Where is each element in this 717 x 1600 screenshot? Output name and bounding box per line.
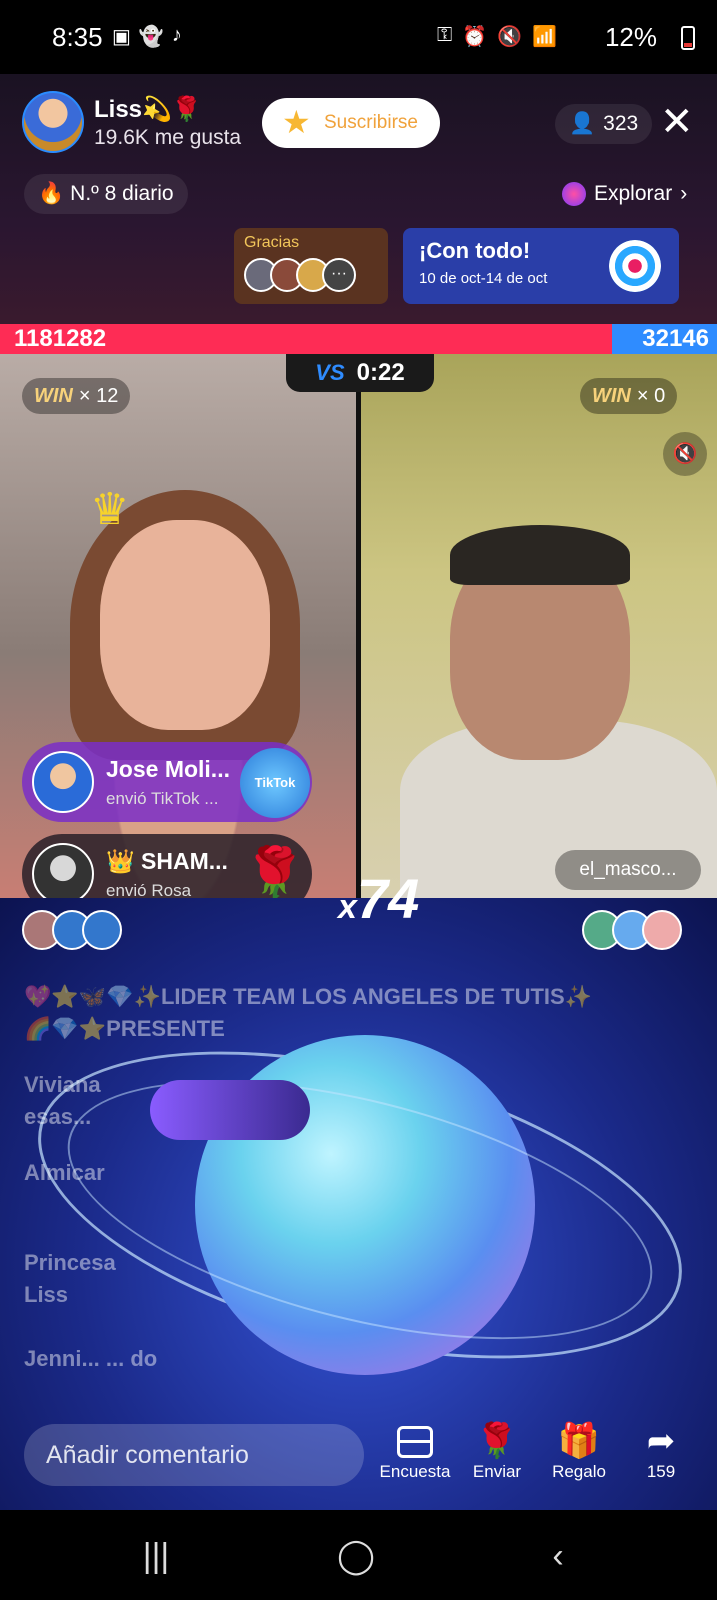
- avatar: [32, 751, 94, 813]
- gracias-avatars: ···: [244, 258, 378, 292]
- combo-count: 74: [356, 867, 420, 930]
- home-icon[interactable]: ◯: [326, 1530, 386, 1582]
- rose-icon: 🌹: [475, 1422, 519, 1460]
- avatar: [82, 910, 122, 950]
- gracias-title: Gracias: [244, 234, 300, 251]
- notification-icons: ▣ 👻 ♪: [112, 24, 182, 49]
- tiktok-icon: ♪: [171, 24, 182, 46]
- gracias-card[interactable]: Gracias ···: [234, 228, 388, 304]
- crown-icon: ♛: [90, 485, 130, 534]
- poll-icon: [397, 1426, 433, 1458]
- score-right: 32146: [642, 325, 709, 352]
- event-card[interactable]: ¡Con todo! 10 de oct-14 de oct: [403, 228, 679, 304]
- person-icon: 👤: [569, 112, 596, 135]
- target-icon: [609, 240, 661, 292]
- subscribe-button[interactable]: ★ Suscribirse: [262, 98, 440, 148]
- poll-button[interactable]: Encuesta: [370, 1420, 460, 1482]
- vs-icon: VS: [315, 360, 345, 385]
- chat-message: 🌈💎⭐PRESENTE: [24, 1016, 225, 1041]
- win-streak-left: WIN × 12: [22, 378, 131, 414]
- host-likes: 19.6K me gusta: [94, 125, 242, 149]
- host-avatar[interactable]: [22, 91, 84, 153]
- win-count: × 12: [78, 384, 119, 407]
- top-gifters-left[interactable]: [22, 910, 122, 950]
- chat-message: Jenni... ... do: [24, 1346, 158, 1371]
- combo-prefix: x: [338, 888, 357, 926]
- close-icon[interactable]: ✕: [660, 102, 694, 142]
- explore-icon: [562, 182, 586, 206]
- host-profile[interactable]: Liss💫🌹 19.6K me gusta: [22, 90, 241, 154]
- win-label: WIN: [592, 384, 631, 407]
- explore-label: Explorar: [594, 182, 673, 205]
- share-icon: ➦: [646, 1422, 676, 1460]
- chat-message: Liss: [24, 1282, 69, 1307]
- gallery-icon: ▣: [112, 26, 131, 48]
- mute-opponent-icon[interactable]: 🔇: [663, 432, 707, 476]
- battle-timer: VS 0:22: [286, 354, 434, 392]
- daily-rank[interactable]: 🔥 N.º 8 diario: [24, 174, 188, 214]
- alarm-icon: ⏰: [462, 26, 488, 48]
- back-icon[interactable]: ‹: [528, 1530, 588, 1582]
- gift-button[interactable]: 🎁 Regalo: [534, 1420, 624, 1482]
- battery-percent: 12%: [604, 22, 657, 52]
- rank-label: N.º 8 diario: [70, 182, 174, 205]
- chat-message: Viviana: [24, 1072, 101, 1097]
- chevron-right-icon: ›: [680, 182, 688, 205]
- tiktok-live-gift-icon: TikTok LIVE: [240, 748, 310, 860]
- recents-icon[interactable]: |||: [126, 1530, 186, 1582]
- battery-icon: [681, 26, 695, 50]
- share-count: 159: [646, 1462, 676, 1481]
- opponent-name[interactable]: el_masco...: [555, 850, 701, 890]
- mute-icon: 🔇: [497, 26, 523, 48]
- gift-label: Regalo: [552, 1462, 606, 1481]
- clock: 8:35: [52, 22, 103, 52]
- viewer-count[interactable]: 👤 323: [555, 104, 653, 144]
- gift-sender: Jose Moli...: [106, 755, 230, 782]
- snapchat-icon: 👻: [138, 26, 164, 48]
- flame-icon: 🔥: [38, 182, 65, 205]
- send-rose-button[interactable]: 🌹 Enviar: [452, 1420, 542, 1482]
- chat-message: 💖⭐🦋💎✨LIDER TEAM LOS ANGELES DE TUTIS✨: [24, 984, 593, 1009]
- send-label: Enviar: [472, 1462, 522, 1481]
- viewer-count-value: 323: [603, 112, 639, 135]
- poll-label: Encuesta: [379, 1462, 451, 1481]
- gift-sender: 👑 SHAM...: [106, 847, 228, 874]
- top-gifters-right[interactable]: [582, 910, 682, 950]
- win-count: × 0: [636, 384, 666, 407]
- battery-saver-icon: ⚿: [437, 24, 453, 46]
- gift-combo-counter: x74: [338, 866, 419, 931]
- host-name: Liss💫🌹: [94, 95, 202, 123]
- chat-message: esas...: [24, 1104, 92, 1129]
- explore-button[interactable]: Explorar ›: [552, 174, 697, 214]
- system-icons: ⚿ ⏰ 🔇 📶: [437, 24, 557, 49]
- video-divider: [356, 354, 361, 898]
- opponent-video-hair: [450, 525, 630, 585]
- gift-icon: 🎁: [557, 1422, 601, 1460]
- gift-description: envió TikTok ...: [106, 788, 219, 808]
- host-video-face: [100, 520, 270, 730]
- avatar: [32, 843, 94, 905]
- share-button[interactable]: ➦ 159: [616, 1420, 706, 1482]
- avatar: [642, 910, 682, 950]
- score-left: 1181282: [14, 325, 107, 352]
- subscribe-label: Suscribirse: [324, 112, 418, 133]
- timer: 0:22: [356, 359, 405, 386]
- win-streak-right: WIN × 0: [580, 378, 678, 414]
- more-icon: ···: [322, 258, 356, 292]
- chat-message: Almicar: [24, 1160, 105, 1185]
- chat-message: Princesa: [24, 1250, 116, 1275]
- win-label: WIN: [34, 384, 73, 407]
- star-icon: ★: [282, 104, 311, 140]
- wifi-icon: 📶: [532, 26, 557, 48]
- comment-input[interactable]: [24, 1424, 364, 1486]
